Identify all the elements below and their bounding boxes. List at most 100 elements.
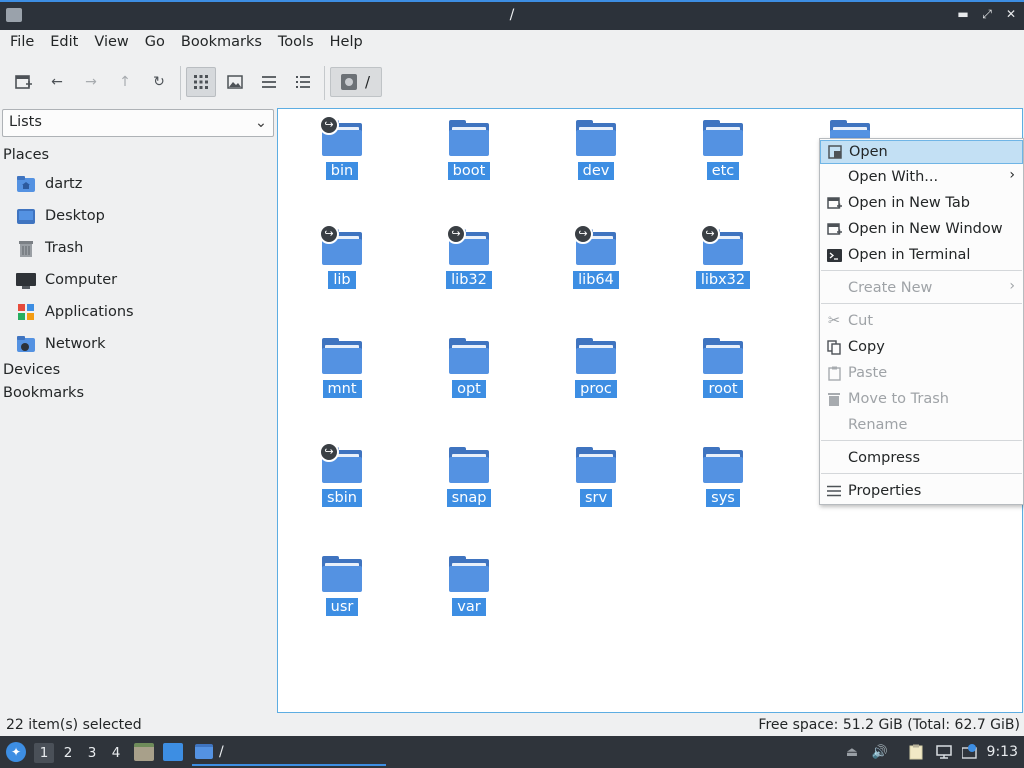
- menu-bookmarks[interactable]: Bookmarks: [173, 30, 270, 56]
- minimize-icon[interactable]: ▬: [956, 7, 970, 22]
- maximize-icon[interactable]: ⤢: [980, 7, 994, 22]
- taskbar-window-label: /: [219, 743, 224, 760]
- menu-go[interactable]: Go: [137, 30, 173, 56]
- menu-item-compress[interactable]: Compress: [820, 446, 1023, 470]
- chevron-right-icon: ›: [1009, 167, 1015, 183]
- menu-item-cut[interactable]: ✂ Cut: [820, 309, 1023, 333]
- file-manager-launcher-icon[interactable]: [134, 743, 154, 761]
- menu-item-create-new[interactable]: Create New ›: [820, 276, 1023, 300]
- folder-icon: [576, 338, 616, 374]
- file-name: proc: [575, 380, 617, 398]
- menu-item-open-terminal[interactable]: Open in Terminal: [820, 243, 1023, 267]
- properties-icon: [827, 485, 841, 497]
- menu-item-open-new-tab[interactable]: Open in New Tab: [820, 191, 1023, 215]
- menu-item-open-new-window[interactable]: Open in New Window: [820, 217, 1023, 241]
- arrow-left-icon: ←: [51, 74, 63, 90]
- notification-icon[interactable]: [961, 743, 979, 761]
- file-item[interactable]: usr: [292, 548, 392, 648]
- file-item[interactable]: var: [419, 548, 519, 648]
- sidebar-item-trash[interactable]: Trash: [16, 235, 266, 261]
- eject-icon[interactable]: ⏏: [843, 743, 861, 761]
- menu-tools[interactable]: Tools: [270, 30, 322, 56]
- workspace-4[interactable]: 4: [106, 743, 126, 763]
- desktop-launcher-icon[interactable]: [163, 743, 183, 761]
- thumbnail-view-button[interactable]: [220, 67, 250, 97]
- workspace-3[interactable]: 3: [82, 743, 102, 763]
- trash-icon: [19, 241, 33, 257]
- sidebar-item-home[interactable]: dartz: [16, 171, 266, 197]
- menu-separator: [821, 270, 1022, 271]
- file-item[interactable]: proc: [546, 330, 646, 430]
- menu-item-copy[interactable]: Copy: [820, 335, 1023, 359]
- file-item[interactable]: ↪ sbin: [292, 439, 392, 539]
- reload-button[interactable]: ↻: [144, 67, 174, 97]
- menu-separator: [821, 303, 1022, 304]
- menu-item-open-with[interactable]: Open With... ›: [820, 165, 1023, 189]
- file-item[interactable]: boot: [419, 112, 519, 212]
- menu-item-paste[interactable]: Paste: [820, 361, 1023, 385]
- app-launcher-icon[interactable]: ✦: [6, 742, 26, 762]
- up-button[interactable]: ↑: [110, 67, 140, 97]
- title-bar: / ▬ ⤢ ✕: [0, 0, 1024, 30]
- compact-view-button[interactable]: [254, 67, 284, 97]
- file-item[interactable]: snap: [419, 439, 519, 539]
- status-selected: 22 item(s) selected: [6, 717, 142, 733]
- sidebar-item-network[interactable]: Network: [16, 331, 266, 357]
- menu-edit[interactable]: Edit: [42, 30, 86, 56]
- folder-icon: [449, 120, 489, 156]
- file-item[interactable]: ↪ lib64: [546, 221, 646, 321]
- menu-file[interactable]: File: [2, 30, 42, 56]
- close-icon[interactable]: ✕: [1004, 7, 1018, 22]
- path-button-root[interactable]: /: [330, 67, 382, 97]
- menu-item-move-to-trash[interactable]: Move to Trash: [820, 387, 1023, 411]
- computer-icon: [16, 273, 36, 289]
- file-item[interactable]: ↪ libx32: [673, 221, 773, 321]
- volume-icon[interactable]: 🔊: [871, 743, 889, 761]
- workspace-2[interactable]: 2: [58, 743, 78, 763]
- menu-item-label: Open: [849, 144, 888, 160]
- file-item[interactable]: dev: [546, 112, 646, 212]
- back-button[interactable]: ←: [42, 67, 72, 97]
- file-item[interactable]: srv: [546, 439, 646, 539]
- sidebar-item-computer[interactable]: Computer: [16, 267, 266, 293]
- sidebar-item-desktop[interactable]: Desktop: [16, 203, 266, 229]
- taskbar-window-button[interactable]: /: [192, 739, 386, 766]
- workspace-1[interactable]: 1: [34, 743, 54, 763]
- menu-item-label: Compress: [848, 450, 920, 466]
- folder-icon: [449, 338, 489, 374]
- file-name: mnt: [322, 380, 362, 398]
- icon-view-button[interactable]: [186, 67, 216, 97]
- file-item[interactable]: ↪ bin: [292, 112, 392, 212]
- sidebar-item-applications[interactable]: Applications: [16, 299, 266, 325]
- menu-item-label: Move to Trash: [848, 391, 949, 407]
- menu-item-open[interactable]: Open: [820, 140, 1023, 164]
- context-menu: Open Open With... › Open in New Tab Open…: [819, 138, 1024, 505]
- sidebar-item-label: Network: [45, 336, 106, 352]
- file-item[interactable]: ↪ lib32: [419, 221, 519, 321]
- forward-button[interactable]: →: [76, 67, 106, 97]
- places-heading[interactable]: Places: [3, 147, 49, 163]
- bookmarks-heading[interactable]: Bookmarks: [3, 385, 84, 401]
- file-item[interactable]: sys: [673, 439, 773, 539]
- sidebar-mode-select[interactable]: Lists ⌄: [2, 109, 274, 137]
- file-item[interactable]: mnt: [292, 330, 392, 430]
- file-item[interactable]: etc: [673, 112, 773, 212]
- file-name: root: [703, 380, 743, 398]
- detailed-list-view-button[interactable]: [288, 67, 318, 97]
- menu-help[interactable]: Help: [322, 30, 371, 56]
- sidebar-item-label: Computer: [45, 272, 118, 288]
- file-item[interactable]: root: [673, 330, 773, 430]
- copy-icon: [827, 339, 841, 355]
- file-item[interactable]: ↪ lib: [292, 221, 392, 321]
- new-tab-button[interactable]: [8, 67, 38, 97]
- network-wired-icon[interactable]: [935, 743, 953, 761]
- devices-heading[interactable]: Devices: [3, 362, 60, 378]
- clipboard-icon[interactable]: [907, 743, 925, 761]
- menu-view[interactable]: View: [86, 30, 136, 56]
- clock[interactable]: 9:13: [987, 744, 1018, 760]
- file-name: boot: [447, 162, 491, 180]
- menu-item-properties[interactable]: Properties: [820, 479, 1023, 503]
- file-item[interactable]: opt: [419, 330, 519, 430]
- menu-item-rename[interactable]: Rename: [820, 413, 1023, 437]
- folder-icon: [703, 447, 743, 483]
